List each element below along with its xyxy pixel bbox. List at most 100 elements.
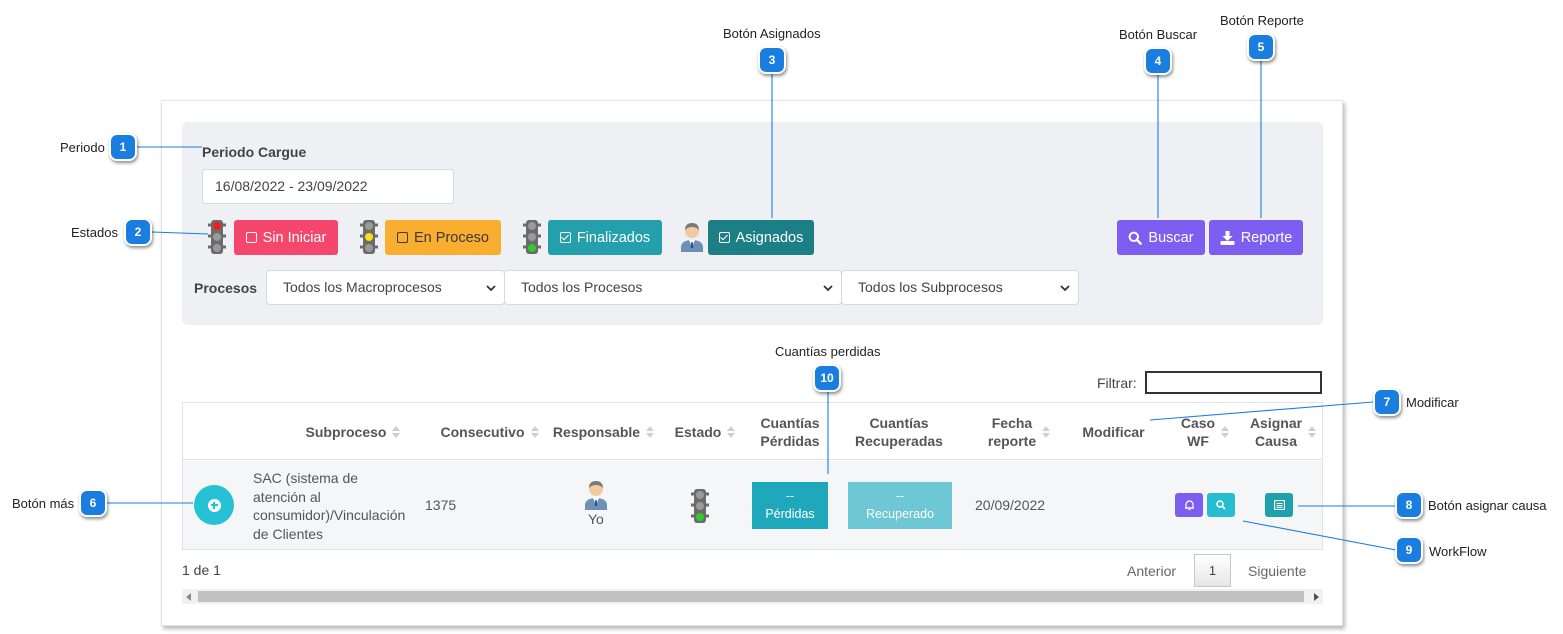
cell-subproceso-line: consumidor)/Vinculación (253, 507, 406, 523)
en-proceso-button[interactable]: En Proceso (385, 220, 501, 255)
col-asignar-causa-line1: Asignar (1249, 414, 1303, 431)
sort-icon (1221, 425, 1230, 439)
cell-consecutivo: 1375 (425, 497, 457, 513)
filtrar-label: Filtrar: (1097, 375, 1137, 391)
checkbox-empty-icon (245, 232, 257, 243)
callout-label-boton-mas: Botón más (12, 496, 75, 511)
callout-label-estados: Estados (71, 225, 118, 240)
col-cuantias-perdidas-line1: Cuantías (760, 414, 820, 431)
cuantias-recuperadas-button[interactable]: -- Recuperado (848, 482, 952, 529)
workflow-bell-button[interactable] (1175, 493, 1203, 517)
pager-prev-button[interactable]: Anterior (1127, 563, 1176, 579)
sin-iniciar-button[interactable]: Sin Iniciar (234, 220, 338, 255)
traffic-light-red-icon (208, 220, 226, 254)
col-modificar: Modificar (1071, 403, 1156, 460)
search-icon (1129, 231, 1143, 245)
user-avatar-icon (681, 223, 703, 252)
subprocesos-select[interactable]: Todos los Subprocesos (841, 270, 1079, 305)
cell-fecha-reporte: 20/09/2022 (975, 497, 1046, 513)
sort-icon (727, 425, 736, 439)
finalizados-button[interactable]: Finalizados (548, 220, 662, 255)
col-fecha-reporte-label: Fecha reporte (988, 414, 1036, 450)
scrollbar-thumb[interactable] (198, 591, 1304, 602)
col-estado[interactable]: Estado (667, 403, 743, 460)
col-modificar-label: Modificar (1082, 423, 1145, 440)
callout-label-workflow: WorkFlow (1429, 544, 1487, 559)
finalizados-label: Finalizados (576, 229, 651, 246)
reporte-button[interactable]: Reporte (1209, 220, 1303, 255)
traffic-light-green-icon (691, 489, 709, 523)
macroprocesos-selected: Todos los Macroprocesos (283, 279, 442, 295)
recuperadas-value: -- (895, 489, 905, 503)
search-icon (1216, 500, 1226, 510)
callout-badge-5: 5 (1247, 33, 1275, 61)
traffic-light-yellow-icon (360, 220, 378, 254)
col-subproceso[interactable]: Subproceso (273, 403, 433, 460)
plus-icon (207, 498, 221, 512)
col-cuantias-perdidas[interactable]: Cuantías Pérdidas (745, 403, 835, 460)
col-fecha-line2: reporte (987, 432, 1037, 449)
sort-icon (392, 425, 401, 439)
period-label: Periodo Cargue (202, 144, 307, 160)
cell-subproceso: SAC (sistema de atención al consumidor)/… (253, 469, 423, 543)
col-estado-label: Estado (674, 423, 722, 440)
col-caso-wf-line1: Caso (1180, 414, 1216, 431)
chevron-down-icon (486, 285, 496, 292)
callout-badge-10: 10 (813, 364, 841, 392)
callout-badge-1: 1 (109, 133, 137, 161)
col-caso-wf[interactable]: Caso WF (1176, 403, 1234, 460)
filtrar-input[interactable] (1145, 371, 1322, 394)
asignados-label: Asignados (735, 229, 804, 246)
subprocesos-selected: Todos los Subprocesos (858, 279, 1003, 295)
buscar-label: Buscar (1148, 229, 1194, 246)
asignar-causa-button[interactable] (1265, 493, 1293, 517)
procesos-select[interactable]: Todos los Procesos (504, 270, 842, 305)
col-asignar-causa[interactable]: Asignar Causa (1246, 403, 1320, 460)
chevron-down-icon (1060, 285, 1070, 292)
col-subproceso-label: Subproceso (305, 423, 387, 440)
callout-label-boton-asignar-causa: Botón asignar causa (1428, 498, 1547, 513)
col-cuantias-perdidas-line2: Pérdidas (760, 432, 820, 449)
sort-icon (530, 425, 539, 439)
cell-subproceso-line: atención al (253, 488, 321, 505)
sort-icon (646, 425, 655, 439)
cuantias-perdidas-button[interactable]: -- Pérdidas (752, 482, 828, 529)
pager-page-1[interactable]: 1 (1194, 554, 1231, 587)
col-responsable-label: Responsable (552, 423, 641, 440)
results-table: Subproceso Consecutivo Responsable Estad… (182, 402, 1323, 550)
perdidas-value: -- (785, 489, 795, 503)
horizontal-scrollbar[interactable] (182, 589, 1323, 604)
table-row: SAC (sistema de atención al consumidor)/… (183, 461, 1322, 549)
period-date-range-input[interactable]: 16/08/2022 - 23/09/2022 (202, 169, 454, 204)
callout-label-modificar: Modificar (1406, 395, 1459, 410)
col-caso-wf-line2: WF (1187, 432, 1209, 449)
workflow-search-button[interactable] (1207, 493, 1235, 517)
user-avatar-icon (585, 481, 607, 510)
macroprocesos-select[interactable]: Todos los Macroprocesos (266, 270, 505, 305)
chevron-down-icon (823, 285, 833, 292)
table-header: Subproceso Consecutivo Responsable Estad… (183, 403, 1322, 460)
callout-badge-2: 2 (124, 218, 152, 246)
col-responsable[interactable]: Responsable (550, 403, 657, 460)
pager-next-button[interactable]: Siguiente (1248, 563, 1306, 579)
buscar-button[interactable]: Buscar (1117, 220, 1205, 255)
col-consecutivo[interactable]: Consecutivo (429, 403, 550, 460)
expand-row-button[interactable] (194, 485, 234, 525)
col-asignar-causa-label: Asignar Causa (1250, 414, 1302, 450)
callout-badge-7: 7 (1373, 388, 1401, 416)
col-cuantias-recuperadas-line1: Cuantías (869, 414, 929, 431)
callout-badge-6: 6 (79, 489, 107, 517)
checkbox-checked-icon (559, 232, 571, 243)
traffic-light-green-icon (523, 220, 541, 254)
procesos-selected: Todos los Procesos (521, 279, 643, 295)
bell-icon (1184, 500, 1194, 510)
table-info: 1 de 1 (182, 562, 221, 578)
asignados-button[interactable]: Asignados (708, 220, 814, 255)
col-cuantias-recuperadas[interactable]: Cuantías Recuperadas (839, 403, 959, 460)
col-fecha-reporte[interactable]: Fecha reporte (979, 403, 1059, 460)
scroll-right-arrow-icon[interactable] (1314, 593, 1319, 601)
download-icon (1220, 230, 1235, 245)
scroll-left-arrow-icon[interactable] (186, 593, 191, 601)
filter-panel: Periodo Cargue 16/08/2022 - 23/09/2022 S… (182, 122, 1323, 325)
perdidas-label: Pérdidas (765, 507, 815, 521)
